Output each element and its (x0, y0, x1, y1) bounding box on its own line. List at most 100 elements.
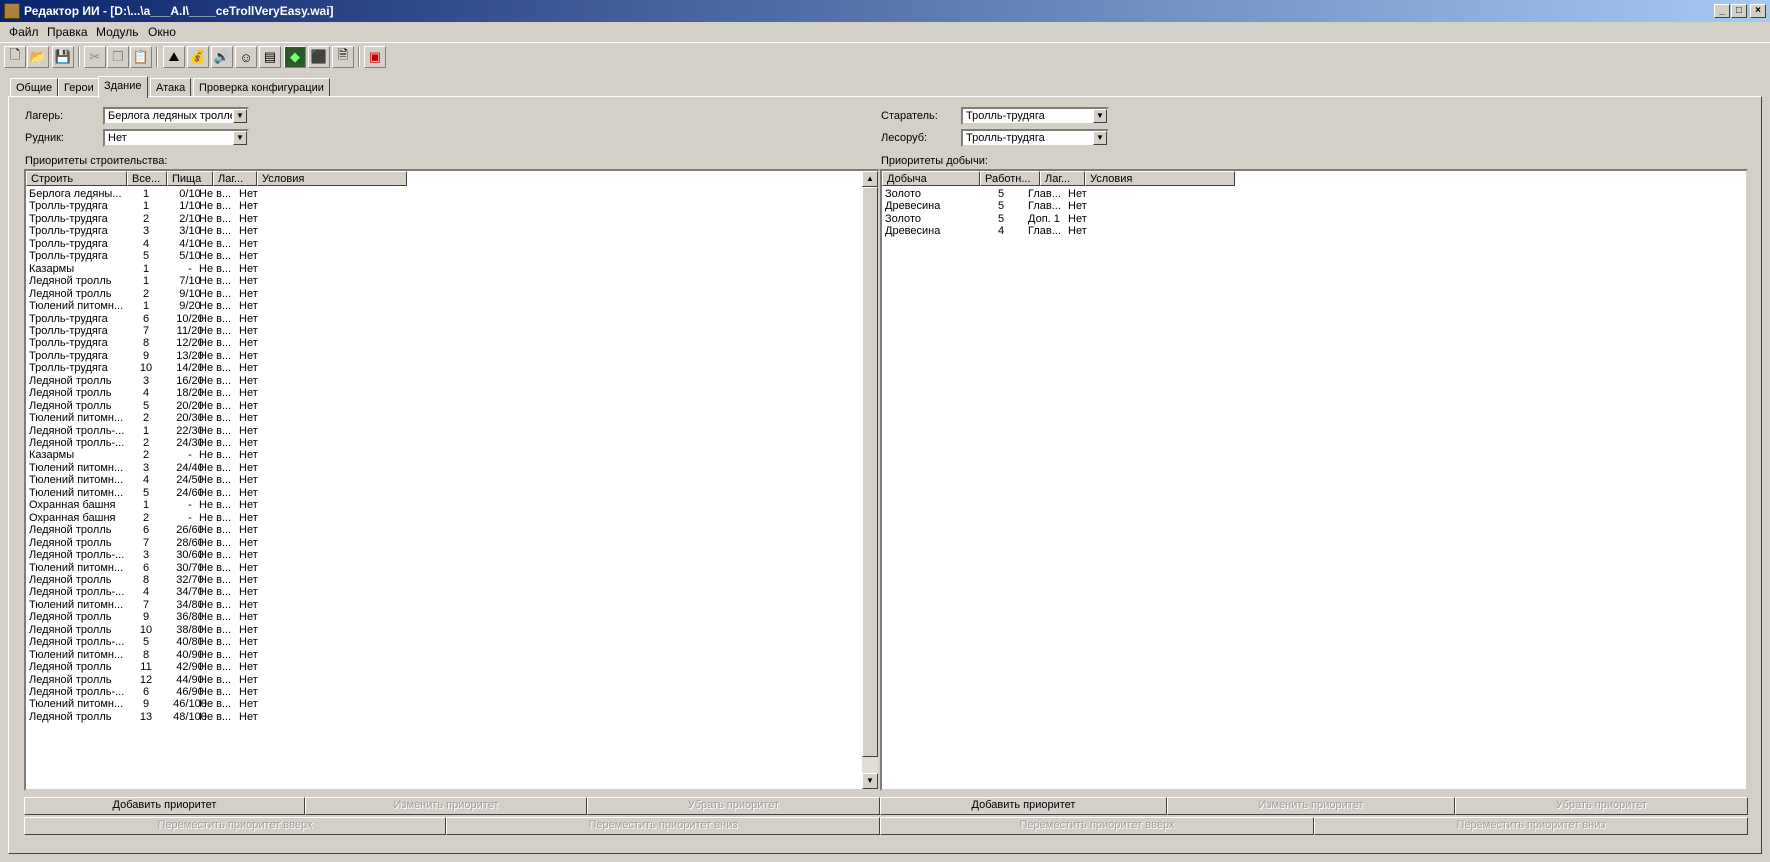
scroll-thumb[interactable] (862, 187, 878, 757)
cube-icon[interactable]: ⬛ (308, 46, 330, 68)
cell-build: Тюлений питомн... (29, 698, 124, 711)
cell-build: Ледяной тролль (29, 623, 112, 636)
add-build-priority-button[interactable]: Добавить приоритет (24, 797, 305, 815)
close-button[interactable]: × (1750, 4, 1766, 18)
table-row[interactable]: Древесина 4 Глав... Нет (882, 224, 1746, 238)
cell-total: 5 (142, 636, 150, 649)
column-header-conditions[interactable]: Условия (1085, 171, 1235, 186)
mine-label: Рудник: (25, 132, 64, 144)
cell-total: 6 (142, 561, 150, 574)
cell-camp: Не в... (199, 212, 232, 225)
tab-config-check[interactable]: Проверка конфигурации (193, 78, 330, 97)
column-header-conditions[interactable]: Условия (257, 171, 407, 186)
maximize-button[interactable]: □ (1731, 4, 1747, 18)
cell-build: Ледяной тролль (29, 399, 112, 412)
camp-combo[interactable]: Берлога ледяных тролле ▼ (103, 107, 249, 125)
sound-icon[interactable]: 🔊 (211, 46, 233, 68)
table-row[interactable]: Ледяной тролль 13 48/100 Не в... Нет (26, 710, 878, 724)
cell-build: Тролль-трудяга (29, 324, 108, 337)
cell-camp: Не в... (199, 710, 232, 723)
cell-camp: Не в... (199, 324, 232, 337)
menu-window[interactable]: Окно (148, 25, 176, 39)
save-icon[interactable]: 💾 (52, 46, 74, 68)
cell-camp: Не в... (199, 449, 232, 462)
cell-build: Казармы (29, 449, 75, 462)
cell-camp: Не в... (199, 424, 232, 437)
lumberjack-combo[interactable]: Тролль-трудяга ▼ (961, 129, 1109, 147)
tab-building[interactable]: Здание (98, 76, 148, 98)
cell-conditions: Нет (239, 362, 258, 375)
harvest-priorities-list[interactable]: Добыча Работн... Лаг... Условия Золото 5 Г… (880, 169, 1748, 791)
gold-icon[interactable]: 💰 (187, 46, 209, 68)
cell-conditions: Нет (1068, 225, 1087, 238)
export-icon[interactable]: 🗎 (332, 46, 354, 68)
cell-total: 4 (142, 387, 150, 400)
open-icon[interactable]: 📂 (27, 46, 49, 68)
chevron-down-icon[interactable]: ▼ (1093, 131, 1107, 145)
terrain-icon[interactable]: ⛰ (163, 46, 185, 68)
scroll-up-icon[interactable]: ▲ (862, 171, 878, 187)
cell-conditions: Нет (239, 623, 258, 636)
menu-edit[interactable]: Правка (47, 25, 88, 39)
menu-file[interactable]: Файл (9, 25, 39, 39)
move-harvest-priority-down-button[interactable]: Переместить приоритет вниз (1314, 817, 1748, 835)
chevron-down-icon[interactable]: ▼ (1093, 109, 1107, 123)
tab-general[interactable]: Общие (10, 78, 59, 97)
paste-icon[interactable]: 📋 (130, 46, 152, 68)
cell-camp: Не в... (199, 549, 232, 562)
cell-total: 13 (139, 710, 153, 723)
map-icon[interactable]: ▤ (259, 46, 281, 68)
ai-icon[interactable]: ◆ (284, 46, 306, 68)
cell-conditions: Нет (239, 300, 258, 313)
cut-icon[interactable]: ✂ (84, 46, 106, 68)
cell-camp: Не в... (199, 686, 232, 698)
column-header-camp[interactable]: Лаг... (1040, 171, 1085, 186)
add-harvest-priority-button[interactable]: Добавить приоритет (880, 797, 1167, 815)
title-bar: Редактор ИИ - [D:\...\a___A.I\____ceTrol… (0, 0, 1770, 22)
new-icon[interactable]: 🗋 (4, 46, 26, 68)
scroll-down-icon[interactable]: ▼ (862, 773, 878, 789)
column-header-food[interactable]: Пища (167, 171, 213, 186)
cell-camp: Не в... (199, 536, 232, 549)
miner-combo[interactable]: Тролль-трудяга ▼ (961, 107, 1109, 125)
column-header-workers[interactable]: Работн... (980, 171, 1040, 186)
hero-icon[interactable]: ☺ (235, 46, 257, 68)
move-build-priority-down-button[interactable]: Переместить приоритет вниз (446, 817, 880, 835)
tab-heroes[interactable]: Герои (58, 78, 100, 97)
vertical-scrollbar[interactable]: ▲ ▼ (862, 171, 878, 789)
cell-camp: Не в... (199, 412, 232, 425)
edit-harvest-priority-button[interactable]: Изменить приоритет (1167, 797, 1455, 815)
cell-total: 6 (142, 524, 150, 537)
cell-camp: Не в... (199, 511, 232, 524)
cell-camp: Не в... (199, 486, 232, 499)
cell-conditions: Нет (239, 387, 258, 400)
cell-build: Ледяной тролль-... (29, 549, 125, 562)
tab-attack[interactable]: Атака (150, 78, 192, 97)
remove-harvest-priority-button[interactable]: Убрать приоритет (1455, 797, 1748, 815)
cell-camp: Не в... (199, 561, 232, 574)
move-harvest-priority-up-button[interactable]: Переместить приоритет вверх (880, 817, 1314, 835)
window-title: Редактор ИИ - [D:\...\a___A.I\____ceTrol… (24, 4, 334, 18)
mine-combo[interactable]: Нет ▼ (103, 129, 249, 147)
column-header-camp[interactable]: Лаг... (213, 171, 257, 186)
camp-label: Лагерь: (25, 110, 64, 122)
menu-module[interactable]: Модуль (96, 25, 139, 39)
cell-total: 1 (142, 262, 150, 275)
test-icon[interactable]: ▣ (364, 46, 386, 68)
build-priorities-list[interactable]: Строить Все... Пища Лаг... Условия Берло… (24, 169, 880, 791)
column-header-resource[interactable]: Добыча (882, 171, 980, 186)
cell-build: Тролль-трудяга (29, 212, 108, 225)
move-build-priority-up-button[interactable]: Переместить приоритет вверх (24, 817, 446, 835)
cell-conditions: Нет (239, 486, 258, 499)
chevron-down-icon[interactable]: ▼ (233, 109, 247, 123)
edit-build-priority-button[interactable]: Изменить приоритет (305, 797, 587, 815)
column-header-build[interactable]: Строить (26, 171, 127, 186)
harvest-priorities-label: Приоритеты добычи: (881, 155, 988, 167)
cell-build: Ледяной тролль (29, 611, 112, 624)
minimize-button[interactable]: _ (1714, 4, 1730, 18)
cell-camp: Не в... (199, 698, 232, 711)
copy-icon[interactable]: ❐ (107, 46, 129, 68)
column-header-total[interactable]: Все... (127, 171, 167, 186)
remove-build-priority-button[interactable]: Убрать приоритет (587, 797, 880, 815)
chevron-down-icon[interactable]: ▼ (233, 131, 247, 145)
